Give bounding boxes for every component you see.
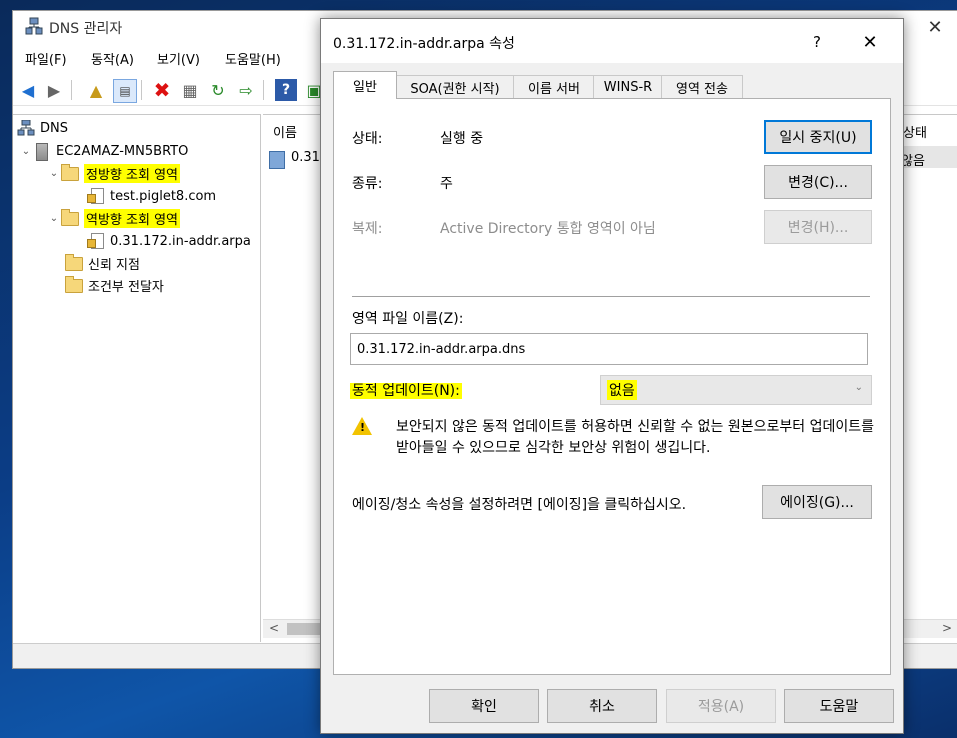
tree-label: EC2AMAZ-MN5BRTO <box>56 143 189 159</box>
change-type-button[interactable]: 변경(C)... <box>764 165 872 199</box>
delete-icon[interactable]: ✖ <box>151 78 173 102</box>
menu-view[interactable]: 보기(V) <box>157 49 200 68</box>
pause-button[interactable]: 일시 중지(U) <box>764 120 872 154</box>
dns-app-icon <box>25 17 43 35</box>
change-replication-button[interactable]: 변경(H)... <box>764 210 872 244</box>
zone-file-name-input[interactable]: 0.31.172.in-addr.arpa.dns <box>350 333 868 365</box>
chevron-down-icon[interactable]: ⌄ <box>19 146 33 157</box>
menu-file[interactable]: 파일(F) <box>25 49 67 68</box>
toolbar-separator <box>263 80 264 100</box>
tree-label: DNS <box>40 120 68 136</box>
tree-label: 정방향 조회 영역 <box>84 163 180 183</box>
window-title: DNS 관리자 <box>49 21 123 37</box>
toolbar-separator <box>71 80 72 100</box>
help-button[interactable]: 도움말 <box>784 689 894 723</box>
apply-button[interactable]: 적용(A) <box>666 689 776 723</box>
zone-icon <box>269 151 285 169</box>
tree-item-forward-zone[interactable]: test.piglet8.com <box>87 186 216 206</box>
dialog-title: 0.31.172.in-addr.arpa 속성 <box>333 36 515 52</box>
tree-label: 조건부 전달자 <box>88 279 164 295</box>
menu-help[interactable]: 도움말(H) <box>225 49 281 68</box>
folder-icon <box>61 164 79 181</box>
zone-icon <box>87 188 105 204</box>
console-tree: DNS ⌄ EC2AMAZ-MN5BRTO ⌄ 정방향 조회 영역 test.p… <box>13 114 261 642</box>
cancel-button[interactable]: 취소 <box>547 689 657 723</box>
tree-item-reverse-zone[interactable]: 0.31.172.in-addr.arpa <box>87 231 251 251</box>
help-question-icon[interactable]: ? <box>797 26 837 58</box>
folder-icon <box>65 276 83 293</box>
tree-label: 신뢰 지점 <box>88 257 140 273</box>
tab-soa[interactable]: SOA(권한 시작) <box>395 75 515 98</box>
zone-icon <box>87 233 105 249</box>
folder-icon <box>65 254 83 271</box>
warning-icon-mark: ! <box>360 421 366 434</box>
zone-file-label: 영역 파일 이름(Z): <box>352 311 464 327</box>
list-item-status: 않음 <box>901 154 925 169</box>
column-header-name[interactable]: 이름 <box>273 122 297 141</box>
close-icon[interactable]: ✕ <box>912 11 957 43</box>
tab-strip: 일반 SOA(권한 시작) 이름 서버 WINS-R 영역 전송 <box>333 71 893 99</box>
tree-item-reverse-zones[interactable]: ⌄ 역방향 조회 영역 <box>47 208 180 228</box>
type-value: 주 <box>440 176 453 192</box>
close-icon[interactable]: ✕ <box>847 26 893 58</box>
tree-item-forward-zones[interactable]: ⌄ 정방향 조회 영역 <box>47 163 180 183</box>
tree-item-conditional-forwarders[interactable]: 조건부 전달자 <box>65 275 164 295</box>
tab-name-servers[interactable]: 이름 서버 <box>513 75 595 98</box>
tab-zone-transfers[interactable]: 영역 전송 <box>661 75 743 98</box>
security-warning-text: 보안되지 않은 동적 업데이트를 허용하면 신뢰할 수 없는 원본으로부터 업데… <box>396 419 874 456</box>
toolbar-separator <box>141 80 142 100</box>
status-value: 실행 중 <box>440 131 484 147</box>
help-icon[interactable]: ? <box>275 79 297 101</box>
dynamic-update-label: 동적 업데이트(N): <box>350 380 462 400</box>
dynamic-update-select[interactable]: 없음 ⌄ <box>600 375 872 405</box>
chevron-down-icon[interactable]: ⌄ <box>47 213 61 224</box>
ok-button[interactable]: 확인 <box>429 689 539 723</box>
server-icon <box>33 143 51 161</box>
tab-general[interactable]: 일반 <box>333 71 397 99</box>
tree-label: 역방향 조회 영역 <box>84 208 180 228</box>
dns-icon <box>17 119 35 136</box>
tree-item-server[interactable]: ⌄ EC2AMAZ-MN5BRTO <box>19 141 188 161</box>
scroll-left-icon[interactable]: < <box>269 621 279 635</box>
zone-properties-dialog: 0.31.172.in-addr.arpa 속성 ? ✕ 일반 SOA(권한 시… <box>320 18 904 734</box>
dynamic-update-value: 없음 <box>607 380 637 400</box>
up-folder-icon[interactable]: ▲ <box>85 79 107 101</box>
tree-item-trust-points[interactable]: 신뢰 지점 <box>65 253 140 273</box>
status-label: 상태: <box>352 131 383 147</box>
general-tab-panel: 상태: 실행 중 일시 중지(U) 종류: 주 변경(C)... 복제: Act… <box>333 98 891 675</box>
aging-button[interactable]: 에이징(G)... <box>762 485 872 519</box>
dialog-button-bar: 확인 취소 적용(A) 도움말 <box>321 675 903 733</box>
tab-wins-r[interactable]: WINS-R <box>593 75 663 98</box>
tree-label: 0.31.172.in-addr.arpa <box>110 233 251 249</box>
chevron-down-icon: ⌄ <box>854 382 863 393</box>
aging-instruction-text: 에이징/청소 속성을 설정하려면 [에이징]을 클릭하십시오. <box>352 497 687 513</box>
dialog-title-bar: 0.31.172.in-addr.arpa 속성 ? ✕ <box>321 19 903 63</box>
properties-icon[interactable]: ▦ <box>179 79 201 101</box>
replication-label: 복제: <box>352 221 383 237</box>
tree-label: test.piglet8.com <box>110 188 217 204</box>
back-arrow-icon[interactable]: ◀ <box>17 79 39 101</box>
menu-action[interactable]: 동작(A) <box>91 49 134 68</box>
forward-arrow-icon[interactable]: ▶ <box>43 79 65 101</box>
type-label: 종류: <box>352 176 383 192</box>
column-header-status[interactable]: 상태 <box>903 122 927 141</box>
divider <box>352 296 870 297</box>
dynamic-update-label-text: 동적 업데이트(N): <box>350 383 462 399</box>
export-list-icon[interactable]: ⇨ <box>235 79 257 101</box>
replication-value: Active Directory 통합 영역이 아님 <box>440 221 656 237</box>
chevron-down-icon[interactable]: ⌄ <box>47 168 61 179</box>
scroll-right-icon[interactable]: > <box>942 621 952 635</box>
refresh-icon[interactable]: ↻ <box>207 79 229 101</box>
show-hide-console-tree-icon[interactable]: ▤ <box>113 79 137 103</box>
tree-item-dns[interactable]: DNS <box>17 118 68 138</box>
folder-icon <box>61 209 79 226</box>
